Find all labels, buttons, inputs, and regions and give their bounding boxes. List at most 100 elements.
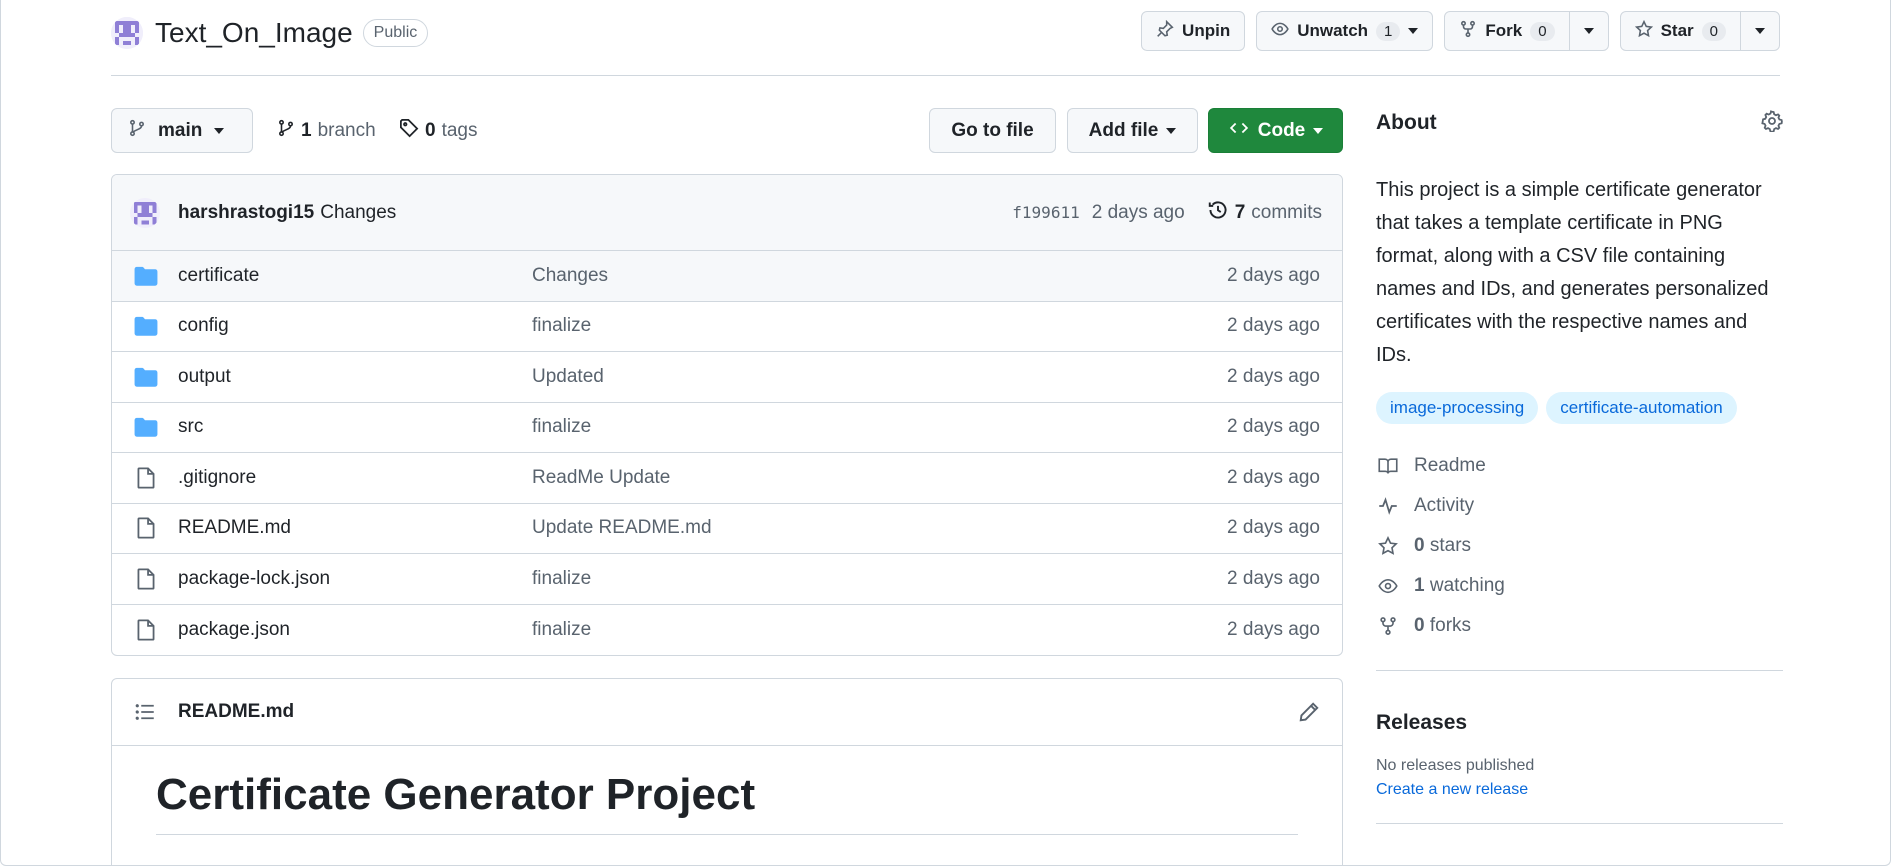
star-button-group: Star 0	[1619, 11, 1780, 51]
file-list: harshrastogi15 Changes f199611 2 days ag…	[111, 174, 1343, 656]
about-header: About	[1376, 108, 1783, 138]
branches-link[interactable]: 1 branch	[277, 108, 376, 153]
tags-link[interactable]: 0 tags	[399, 108, 478, 153]
file-commit-message[interactable]: finalize	[532, 568, 1227, 590]
watch-counter: 1	[1376, 21, 1401, 41]
unpin-button[interactable]: Unpin	[1141, 11, 1246, 51]
about-description: This project is a simple certificate gen…	[1376, 179, 1769, 366]
releases-title[interactable]: Releases	[1376, 711, 1783, 735]
file-name[interactable]: src	[178, 416, 532, 438]
file-age: 2 days ago	[1227, 466, 1320, 488]
file-name[interactable]: certificate	[178, 265, 532, 287]
commit-age: 2 days ago	[1091, 201, 1185, 223]
file-row[interactable]: README.md Update README.md 2 days ago	[112, 504, 1342, 554]
about-title: About	[1376, 111, 1437, 134]
fork-button[interactable]: Fork 0	[1445, 12, 1568, 50]
watching-link[interactable]: 1 watching	[1376, 566, 1783, 606]
commit-meta: f199611 2 days ago 7 commits	[1012, 199, 1322, 227]
file-row[interactable]: .gitignore ReadMe Update 2 days ago	[112, 453, 1342, 504]
activity-link[interactable]: Activity	[1376, 486, 1783, 526]
star-dropdown-button[interactable]	[1741, 12, 1779, 50]
repository-page: Text_On_Image Public Unpin Unwatch 1 For…	[0, 0, 1891, 866]
file-age: 2 days ago	[1227, 517, 1320, 539]
readme-title: Certificate Generator Project	[156, 768, 1298, 835]
eye-icon	[1376, 576, 1400, 596]
star-icon	[1376, 536, 1400, 556]
list-icon[interactable]	[134, 702, 156, 722]
file-row[interactable]: package-lock.json finalize 2 days ago	[112, 554, 1342, 605]
file-name[interactable]: README.md	[178, 517, 532, 539]
header-divider	[111, 75, 1780, 76]
pin-icon	[1156, 19, 1174, 43]
commit-word: commits	[1251, 201, 1322, 223]
file-age: 2 days ago	[1227, 618, 1320, 640]
pencil-icon[interactable]	[1298, 701, 1320, 723]
file-row[interactable]: src finalize 2 days ago	[112, 403, 1342, 453]
file-name[interactable]: package.json	[178, 619, 532, 641]
file-age: 2 days ago	[1227, 264, 1320, 286]
gear-icon[interactable]	[1761, 109, 1783, 137]
file-name[interactable]: .gitignore	[178, 467, 532, 489]
commit-author[interactable]: harshrastogi15	[178, 202, 314, 224]
readme-link[interactable]: Readme	[1376, 446, 1783, 486]
branch-selector[interactable]: main	[111, 108, 253, 153]
eye-icon	[1271, 20, 1289, 43]
fork-dropdown-button[interactable]	[1570, 12, 1608, 50]
star-counter: 0	[1701, 21, 1726, 41]
file-row[interactable]: output Updated 2 days ago	[112, 352, 1342, 403]
file-commit-message[interactable]: finalize	[532, 619, 1227, 641]
file-commit-message[interactable]: Changes	[532, 265, 1227, 287]
topic-tag[interactable]: image-processing	[1376, 392, 1539, 424]
commit-message[interactable]: Changes	[320, 202, 396, 224]
commit-author-avatar[interactable]	[130, 197, 160, 228]
chevron-down-icon	[1583, 28, 1594, 34]
repo-name[interactable]: Text_On_Image	[155, 17, 353, 49]
star-button[interactable]: Star 0	[1621, 12, 1740, 50]
branch-icon	[128, 118, 146, 144]
file-name[interactable]: output	[178, 366, 532, 388]
owner-avatar[interactable]	[111, 17, 143, 49]
unwatch-button[interactable]: Unwatch 1	[1256, 11, 1434, 51]
commit-sha[interactable]: f199611	[1012, 203, 1079, 222]
stars-count: 0	[1414, 535, 1425, 556]
pulse-icon	[1376, 496, 1400, 516]
code-button[interactable]: Code	[1208, 108, 1343, 153]
code-icon	[1228, 119, 1250, 143]
file-commit-message[interactable]: ReadMe Update	[532, 467, 1227, 489]
branch-icon	[277, 118, 295, 144]
file-row[interactable]: package.json finalize 2 days ago	[112, 605, 1342, 656]
activity-label: Activity	[1414, 495, 1475, 516]
book-icon	[1376, 456, 1400, 476]
file-row[interactable]: config finalize 2 days ago	[112, 302, 1342, 352]
forks-word: forks	[1429, 615, 1472, 636]
stars-link[interactable]: 0 stars	[1376, 526, 1783, 566]
readme-panel: README.md Certificate Generator Project	[111, 678, 1343, 865]
watching-word: watching	[1429, 575, 1505, 596]
star-icon	[1634, 19, 1653, 43]
chevron-down-icon	[1408, 28, 1419, 34]
file-name[interactable]: package-lock.json	[178, 568, 532, 590]
forks-link[interactable]: 0 forks	[1376, 606, 1783, 646]
watching-count: 1	[1414, 575, 1425, 596]
folder-icon	[134, 266, 158, 286]
topic-tag[interactable]: certificate-automation	[1546, 392, 1737, 424]
unpin-label: Unpin	[1182, 21, 1231, 40]
file-commit-message[interactable]: Updated	[532, 366, 1227, 388]
file-row[interactable]: certificate Changes 2 days ago	[112, 251, 1342, 302]
file-commit-message[interactable]: Update README.md	[532, 517, 1227, 539]
about-sidebar: About This project is a simple certifica…	[1376, 108, 1783, 824]
file-commit-message[interactable]: finalize	[532, 416, 1227, 438]
file-name[interactable]: config	[178, 315, 532, 337]
repo-actions: Unpin Unwatch 1 Fork 0 Star 0	[1141, 11, 1780, 51]
commit-count: 7	[1234, 201, 1246, 223]
add-file-button[interactable]: Add file	[1067, 108, 1198, 153]
branch-count: 1	[301, 119, 312, 141]
readme-filename[interactable]: README.md	[178, 701, 294, 723]
star-label: Star	[1660, 21, 1694, 40]
file-commit-message[interactable]: finalize	[532, 315, 1227, 337]
go-to-file-button[interactable]: Go to file	[929, 108, 1056, 153]
branch-name: main	[158, 119, 203, 141]
commits-history-link[interactable]: 7 commits	[1207, 199, 1322, 227]
folder-icon	[134, 417, 158, 437]
create-release-link[interactable]: Create a new release	[1376, 781, 1783, 799]
